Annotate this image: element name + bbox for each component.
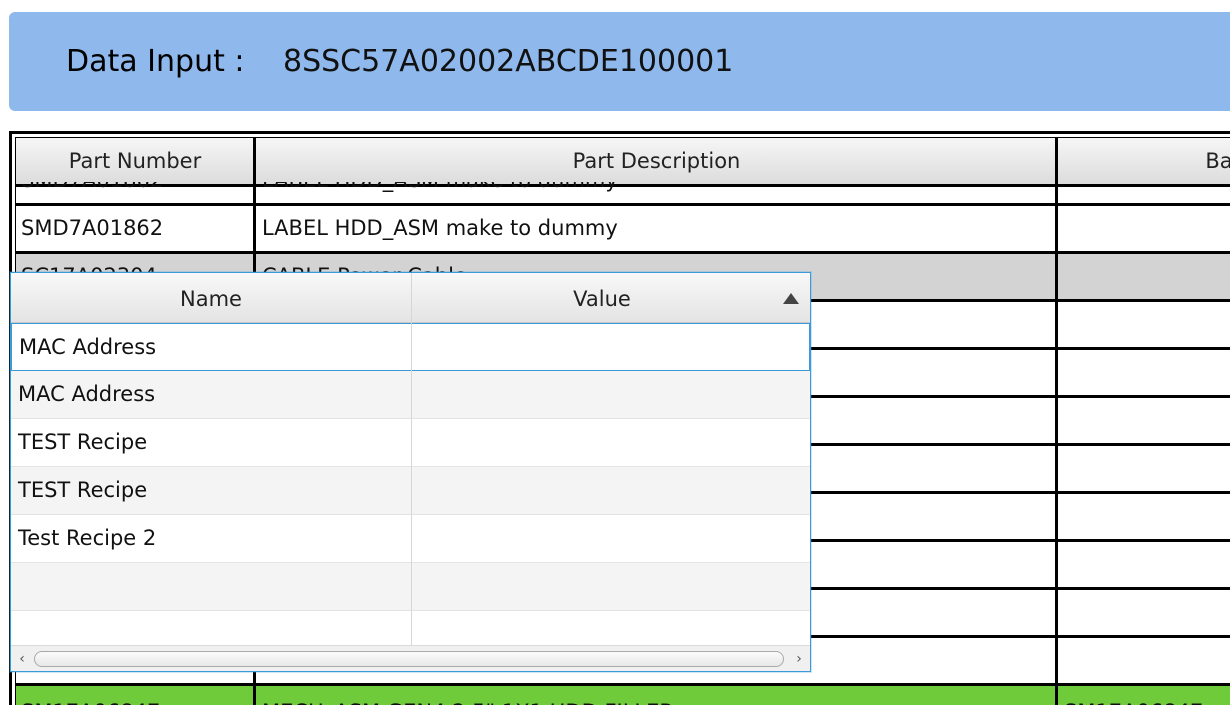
cell-description: MECH_ASM GEN4 2.5" 1X1 HDD FILLER — [257, 690, 1056, 705]
property-name: Test Recipe 2 — [18, 526, 157, 550]
cell-part-number: SMD7A01862 — [16, 182, 254, 203]
sort-ascending-icon[interactable] — [783, 293, 799, 304]
column-divider — [1055, 138, 1058, 705]
chevron-right-icon[interactable]: › — [790, 649, 808, 669]
chevron-left-icon[interactable]: ‹ — [13, 649, 31, 669]
property-name: MAC Address — [19, 335, 157, 359]
column-header-part-number[interactable]: Part Number — [16, 138, 254, 184]
table-row[interactable]: SMD7A01862 LABEL HDD_ASM make to dummy — [16, 182, 1230, 206]
column-header-third[interactable]: Ba — [1059, 138, 1230, 184]
scrollbar-thumb[interactable] — [34, 651, 784, 667]
column-header-name[interactable]: Name — [11, 273, 411, 322]
data-input-label: Data Input : — [66, 44, 245, 79]
column-header-part-description[interactable]: Part Description — [257, 138, 1056, 184]
cell-third: SM17A06847 — [1059, 690, 1230, 705]
property-name: MAC Address — [18, 382, 156, 406]
column-header-value[interactable]: Value — [412, 273, 792, 322]
property-name: TEST Recipe — [18, 478, 148, 502]
cell-description: LABEL HDD_ASM make to dummy — [262, 216, 618, 240]
table-row[interactable]: SMD7A01862 LABEL HDD_ASM make to dummy — [16, 206, 1230, 254]
table-row-highlighted[interactable]: SM17A06847 MECH_ASM GEN4 2.5" 1X1 HDD FI… — [16, 686, 1230, 705]
properties-popup[interactable]: Name Value MAC Address MAC Address TEST … — [10, 272, 811, 672]
column-divider — [411, 273, 412, 645]
cell-part-number: SMD7A01862 — [21, 216, 164, 240]
cell-description: LABEL HDD_ASM make to dummy — [257, 182, 1056, 203]
horizontal-scrollbar[interactable]: ‹ › — [11, 645, 810, 671]
cell-part-number: SM17A06847 — [16, 690, 254, 705]
data-input-field[interactable]: 8SSC57A02002ABCDE100001 — [283, 44, 733, 79]
parts-table-header: Part Number Part Description Ba — [16, 138, 1230, 187]
property-name: TEST Recipe — [18, 430, 148, 454]
